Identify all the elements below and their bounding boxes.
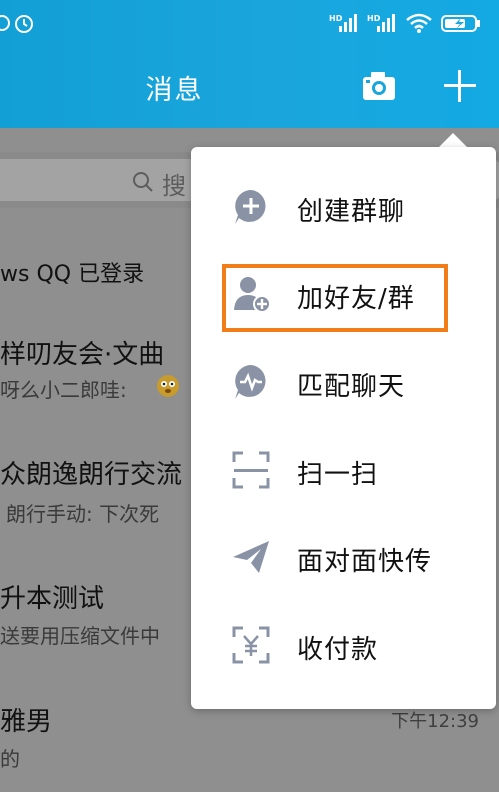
menu-item-label: 收付款: [297, 635, 379, 665]
menu-pointer: [439, 133, 467, 147]
create-group-icon: [235, 190, 266, 224]
search-placeholder: 搜: [162, 172, 186, 200]
scan-icon: [232, 451, 270, 489]
add-popup-menu: 创建群聊 加好友/群 匹配聊天 扫一扫 面对面快传 收付款: [191, 147, 496, 709]
conversation-name: 升本测试: [0, 584, 105, 614]
menu-item-label: 创建群聊: [297, 197, 406, 227]
alarm-icon: [0, 10, 40, 41]
page-title: 消息: [145, 75, 204, 106]
face-to-face-transfer-icon: [233, 541, 269, 573]
conversation-name: 雅男: [0, 707, 53, 737]
svg-text:HD: HD: [367, 14, 381, 23]
menu-item-match-chat[interactable]: 匹配聊天: [191, 340, 496, 426]
list-item[interactable]: 雅男 下午12:39 的: [0, 697, 499, 777]
conversation-name: 样叨友会·文曲: [0, 340, 165, 370]
highlight-box: [222, 264, 448, 332]
signal-icon: HD: [329, 14, 357, 32]
system-indicators: HD HD: [329, 12, 481, 34]
message-time: 下午12:39: [391, 711, 479, 732]
plus-icon: [444, 70, 476, 102]
menu-item-payment[interactable]: 收付款: [191, 603, 496, 689]
svg-text:HD: HD: [329, 14, 343, 23]
match-chat-icon: [235, 365, 266, 399]
last-message: 的: [0, 747, 20, 771]
signal-icon: HD: [367, 14, 395, 32]
wifi-icon: [406, 13, 432, 33]
emoji-icon: [157, 375, 179, 397]
app-header: HD HD 消息: [0, 0, 499, 128]
menu-item-scan[interactable]: 扫一扫: [191, 428, 496, 514]
conversation-name: 众朗逸朗行交流: [0, 460, 183, 490]
add-menu-button[interactable]: [442, 68, 478, 104]
conversation-name: ws QQ 已登录: [0, 262, 145, 287]
last-message: 送要用压缩文件中: [0, 624, 160, 648]
menu-item-label: 匹配聊天: [297, 372, 406, 402]
camera-icon: [363, 72, 395, 100]
menu-item-label: 面对面快传: [297, 547, 433, 577]
last-message: 朗行手动: 下次死: [6, 502, 160, 526]
payment-icon: [232, 626, 270, 664]
battery-icon: [441, 15, 480, 32]
search-icon: [133, 172, 153, 192]
menu-item-face-to-face-transfer[interactable]: 面对面快传: [191, 515, 496, 601]
menu-item-label: 扫一扫: [297, 460, 379, 490]
menu-item-create-group[interactable]: 创建群聊: [191, 165, 496, 251]
last-message: 呀么小二郎哇:: [0, 378, 127, 402]
status-bar: HD HD: [0, 0, 499, 48]
camera-button[interactable]: [362, 70, 396, 102]
